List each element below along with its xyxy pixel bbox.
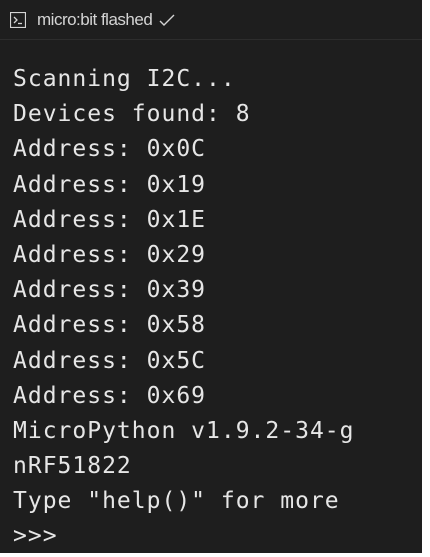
console-line-board: nRF51822 [13, 453, 132, 480]
serial-console-window: micro:bit flashed Scanning I2C... Device… [0, 0, 422, 553]
console-line-address: Address: 0x0C [13, 136, 207, 163]
console-line-address: Address: 0x19 [13, 171, 207, 198]
console-line-address: Address: 0x39 [13, 277, 207, 304]
console-output[interactable]: Scanning I2C... Devices found: 8 Address… [0, 40, 422, 553]
repl-prompt: >>> [13, 523, 58, 550]
repl-prompt-line[interactable]: >>> [13, 519, 422, 553]
terminal-icon [10, 11, 26, 28]
console-line-address: Address: 0x5C [13, 347, 207, 374]
console-line-address: Address: 0x69 [13, 382, 207, 409]
console-line-address: Address: 0x1E [13, 206, 207, 233]
console-line-scanning: Scanning I2C... [13, 66, 236, 92]
console-line-devices-found: Devices found: 8 [13, 101, 251, 128]
flash-status-label: micro:bit flashed [37, 9, 153, 29]
console-line-help-hint: Type "help()" for more [13, 488, 340, 515]
console-line-address: Address: 0x29 [13, 241, 207, 268]
console-line-address: Address: 0x58 [13, 312, 207, 339]
status-bar: micro:bit flashed [0, 0, 422, 40]
console-line-micropython-version: MicroPython v1.9.2-34-g [13, 417, 355, 444]
checkmark-icon [158, 12, 176, 28]
